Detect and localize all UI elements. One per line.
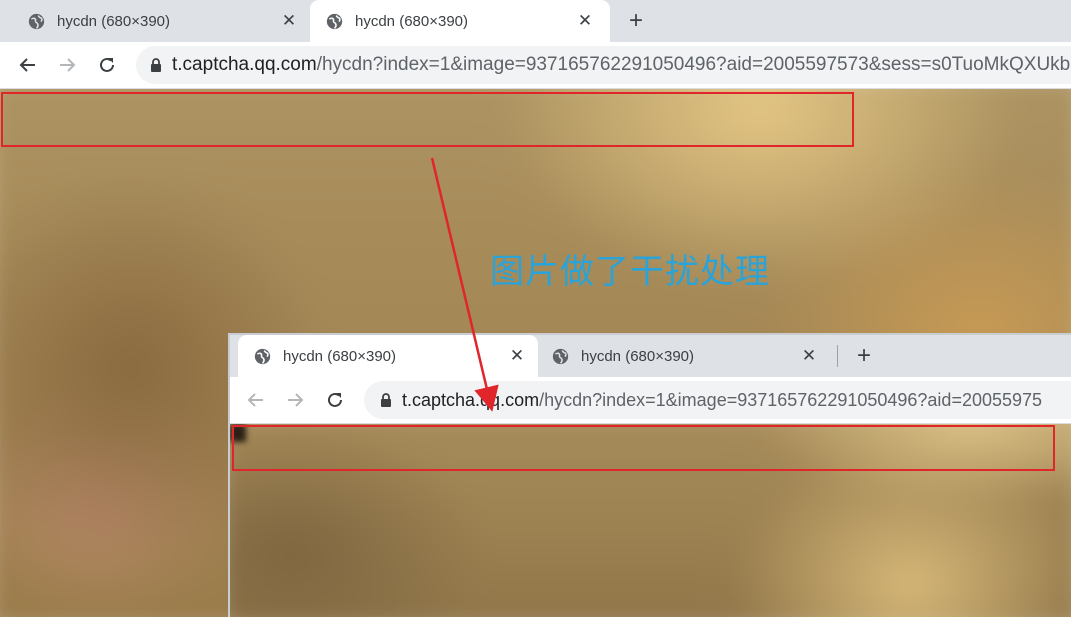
reload-icon[interactable] [321,386,349,414]
plus-icon[interactable]: + [620,5,652,37]
globe-icon [254,348,271,364]
forward-arrow-icon[interactable] [53,51,81,79]
inner-tab-1-title: hycdn (680×390) [283,347,396,365]
close-icon[interactable]: ✕ [574,11,596,31]
outer-highlight-box [1,92,854,147]
outer-url-path: /hycdn?index=1&image=937165762291050496?… [316,54,1071,75]
inner-url-path: /hycdn?index=1&image=937165762291050496?… [539,389,1043,410]
inner-address-bar[interactable]: t.captcha.qq.com/hycdn?index=1&image=937… [364,381,1071,419]
outer-tab-1-title: hycdn (680×390) [57,12,170,30]
inner-tab-2-title: hycdn (680×390) [581,347,694,365]
outer-tab-2[interactable]: hycdn (680×390) ✕ [310,0,610,42]
annotation-text: 图片做了干扰处理 [490,252,770,292]
forward-arrow-icon[interactable] [281,386,309,414]
inner-tab-1[interactable]: hycdn (680×390) ✕ [238,335,538,377]
lock-icon [381,392,391,407]
globe-icon [552,348,569,364]
inner-toolbar: t.captcha.qq.com/hycdn?index=1&image=937… [230,377,1071,424]
close-icon[interactable]: ✕ [278,11,300,31]
lock-icon [151,57,161,72]
inner-tab-2[interactable]: hycdn (680×390) ✕ [538,335,830,377]
globe-icon [326,13,343,29]
inner-tab-strip: hycdn (680×390) ✕ hycdn (680×390) ✕ + [230,335,1071,377]
reload-icon[interactable] [93,51,121,79]
outer-url-host: t.captcha.qq.com [172,54,317,75]
outer-toolbar: t.captcha.qq.com/hycdn?index=1&image=937… [0,42,1071,89]
plus-icon[interactable]: + [848,340,880,372]
tab-separator [837,345,838,367]
inner-url-host: t.captcha.qq.com [402,389,540,410]
back-arrow-icon[interactable] [242,386,270,414]
outer-address-bar[interactable]: t.captcha.qq.com/hycdn?index=1&image=937… [136,46,1071,84]
back-arrow-icon[interactable] [14,51,42,79]
outer-tab-1[interactable]: hycdn (680×390) ✕ [18,0,310,42]
globe-icon [28,13,45,29]
inner-highlight-box [232,425,1055,471]
outer-tab-2-title: hycdn (680×390) [355,12,468,30]
close-icon[interactable]: ✕ [798,346,820,366]
outer-tab-strip: hycdn (680×390) ✕ hycdn (680×390) ✕ + [0,0,1071,42]
inner-browser-window: hycdn (680×390) ✕ hycdn (680×390) ✕ + t.… [228,333,1071,617]
close-icon[interactable]: ✕ [506,346,528,366]
